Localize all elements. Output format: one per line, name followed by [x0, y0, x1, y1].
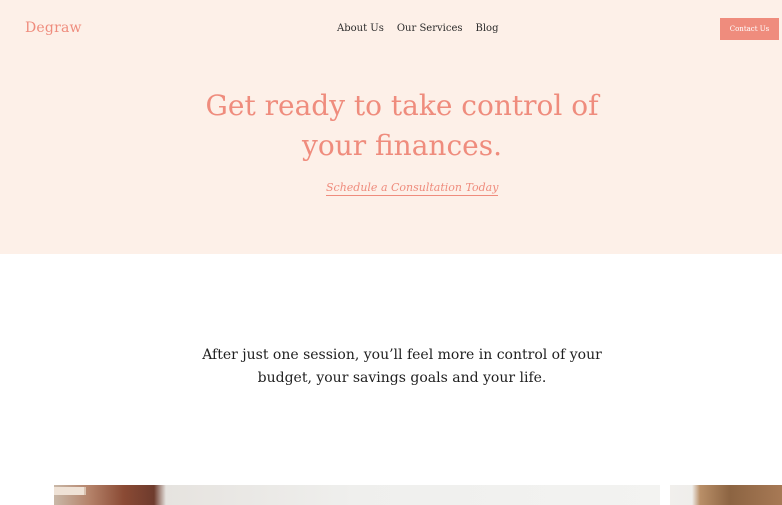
- hero-headline: Get ready to take control of your financ…: [191, 86, 613, 166]
- intro-line-1: After just one session, you’ll feel more…: [202, 347, 602, 363]
- schedule-consultation-link[interactable]: Schedule a Consultation Today: [326, 181, 499, 196]
- contact-us-button[interactable]: Contact Us: [720, 18, 779, 40]
- nav-link-blog[interactable]: Blog: [476, 23, 499, 34]
- intro-line-2: budget, your savings goals and your life…: [257, 370, 547, 386]
- intro-statement: After just one session, you’ll feel more…: [201, 344, 603, 390]
- hero-headline-line-2: your finances.: [302, 129, 502, 162]
- main-nav: About Us Our Services Blog: [337, 23, 498, 34]
- nav-link-about-us[interactable]: About Us: [337, 23, 384, 34]
- interior-photo: [54, 485, 660, 505]
- hero-headline-line-1: Get ready to take control of: [205, 89, 599, 122]
- photo-gallery: [54, 485, 782, 505]
- interior-photo-secondary: [670, 485, 782, 505]
- nav-link-our-services[interactable]: Our Services: [397, 23, 463, 34]
- hero-section: Degraw About Us Our Services Blog Contac…: [0, 0, 782, 254]
- site-logo[interactable]: Degraw: [25, 20, 82, 36]
